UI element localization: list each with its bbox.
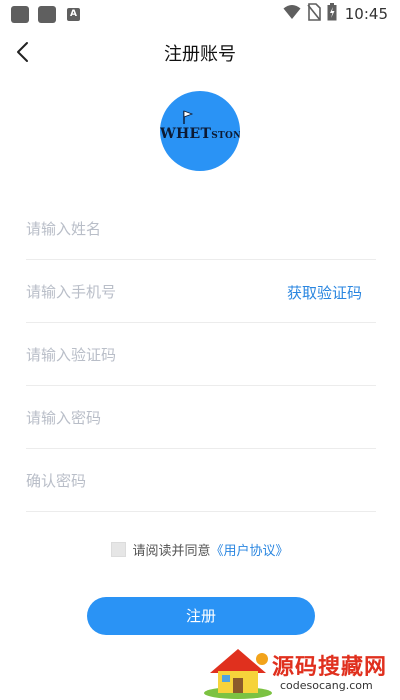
no-sim-icon (307, 3, 321, 25)
agreement-row: 请阅读并同意 《用户协议》 (0, 540, 400, 559)
get-code-button[interactable]: 获取验证码 (287, 282, 362, 303)
phone-input[interactable] (26, 279, 266, 305)
app-logo: WHETSTONE (160, 91, 240, 171)
name-field-row (26, 198, 376, 260)
logo-wordmark: WHETSTONE (160, 126, 240, 142)
register-button[interactable]: 注册 (87, 597, 315, 635)
status-bar: A 10:45 (0, 0, 400, 28)
header: 注册账号 (0, 30, 400, 74)
code-input[interactable] (26, 342, 266, 368)
app-icon (38, 6, 56, 23)
agree-checkbox[interactable] (111, 542, 127, 557)
agreement-text: 请阅读并同意 (132, 544, 211, 559)
watermark-title: 源码搜藏网 (272, 655, 388, 680)
code-field-row (26, 324, 376, 386)
phone-field-row: 获取验证码 (26, 261, 376, 323)
battery-icon (327, 3, 337, 25)
status-time: 10:45 (344, 5, 388, 23)
page-title: 注册账号 (164, 44, 236, 65)
wifi-icon (283, 4, 301, 24)
user-agreement-link[interactable]: 《用户协议》 (211, 540, 289, 559)
watermark-url: codesocang.com (280, 679, 373, 692)
confirm-password-field-row (26, 450, 376, 512)
register-form: 获取验证码 (26, 198, 376, 513)
name-input[interactable] (26, 216, 266, 242)
app-icon (11, 6, 29, 23)
watermark: 源码搜藏网 codesocang.com (200, 643, 400, 700)
password-field-row (26, 387, 376, 449)
font-a-icon: A (67, 8, 80, 21)
status-icons: 10:45 (283, 3, 388, 25)
confirm-password-input[interactable] (26, 468, 266, 494)
password-input[interactable] (26, 405, 266, 431)
